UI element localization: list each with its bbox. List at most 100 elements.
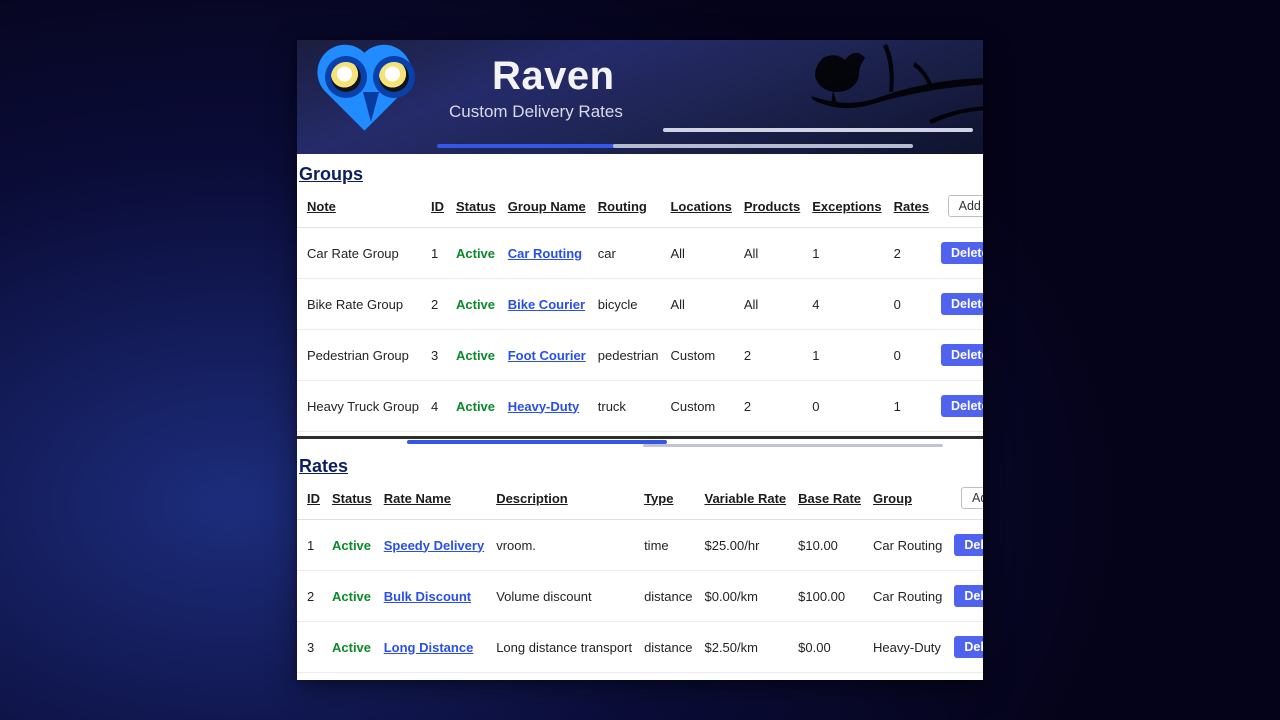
group-link[interactable]: Car Routing [508,246,582,261]
cell-rates: 0 [888,279,935,330]
cell-products: 2 [738,330,806,381]
col-variable-rate[interactable]: Variable Rate [698,481,792,520]
cell-note: Bike Rate Group [297,279,425,330]
group-link[interactable]: Heavy-Duty [508,399,580,414]
col-exceptions[interactable]: Exceptions [806,189,887,228]
cell-type: distance [638,622,698,673]
cell-group-name: Foot Courier [502,330,592,381]
col-base-rate[interactable]: Base Rate [792,481,867,520]
col-status[interactable]: Status [326,481,378,520]
cell-description: vroom. [490,520,638,571]
cell-group: Heavy-Duty [867,622,948,673]
delete-rate-button[interactable]: Delete [954,636,983,658]
table-row: 1ActiveSpeedy Deliveryvroom.time$25.00/h… [297,520,983,571]
cell-base: $10.00 [792,520,867,571]
cell-id: 1 [297,520,326,571]
cell-locations: Custom [664,381,737,432]
col-type[interactable]: Type [638,481,698,520]
col-rates[interactable]: Rates [888,189,935,228]
groups-table: Note ID Status Group Name Routing Locati… [297,189,983,432]
cell-type: distance [638,571,698,622]
cell-exceptions: 1 [806,330,887,381]
cell-routing: pedestrian [592,330,665,381]
delete-group-button[interactable]: Delete [941,293,983,315]
section-title-groups[interactable]: Groups [299,164,983,185]
cell-status: Active [450,228,502,279]
delete-group-button[interactable]: Delete [941,242,983,264]
rate-link[interactable]: Speedy Delivery [384,538,484,553]
cell-locations: Custom [664,330,737,381]
add-rate-button[interactable]: Add [961,487,983,509]
col-routing[interactable]: Routing [592,189,665,228]
cell-routing: car [592,228,665,279]
cell-status: Active [326,571,378,622]
cell-exceptions: 0 [806,381,887,432]
cell-status: Active [450,279,502,330]
col-rate-name[interactable]: Rate Name [378,481,490,520]
cell-group-name: Bike Courier [502,279,592,330]
cell-rate-name: Bulk Discount [378,571,490,622]
col-products[interactable]: Products [738,189,806,228]
group-link[interactable]: Foot Courier [508,348,586,363]
cell-group-name: Heavy-Duty [502,381,592,432]
cell-products: All [738,279,806,330]
table-row: Pedestrian Group3ActiveFoot Courierpedes… [297,330,983,381]
cell-group: Car Routing [867,520,948,571]
col-locations[interactable]: Locations [664,189,737,228]
col-group-name[interactable]: Group Name [502,189,592,228]
cell-products: 2 [738,381,806,432]
group-link[interactable]: Bike Courier [508,297,585,312]
delete-group-button[interactable]: Delete [941,395,983,417]
cell-routing: truck [592,381,665,432]
cell-rate-name: Long Distance [378,622,490,673]
cell-id: 4 [425,381,450,432]
table-row: Bike Rate Group2Active Bike Courier bicycl… [297,279,983,330]
brand-title: Raven [492,54,615,99]
table-row: Car Rate Group1ActiveCar RoutingcarAllAl… [297,228,983,279]
cell-group-name: Car Routing [502,228,592,279]
cell-id: 3 [297,622,326,673]
cell-exceptions: 4 [806,279,887,330]
cell-description: Volume discount [490,571,638,622]
col-group[interactable]: Group [867,481,948,520]
raven-heart-logo [301,42,441,154]
cell-description: Long distance transport [490,622,638,673]
cell-group: Car Routing [867,571,948,622]
banner: Raven Custom Delivery Rates [297,40,983,154]
app-card: Raven Custom Delivery Rates Groups Note … [297,40,983,680]
table-row: Heavy Truck Group4ActiveHeavy-DutytruckC… [297,381,983,432]
cell-rate-name: Speedy Delivery [378,520,490,571]
cell-note: Car Rate Group [297,228,425,279]
col-id[interactable]: ID [425,189,450,228]
col-note[interactable]: Note [297,189,425,228]
col-status[interactable]: Status [450,189,502,228]
add-group-button[interactable]: Add [948,195,983,217]
cell-base: $0.00 [792,622,867,673]
section-title-rates[interactable]: Rates [299,456,983,477]
delete-rate-button[interactable]: Delete [954,534,983,556]
col-description[interactable]: Description [490,481,638,520]
rates-table: ID Status Rate Name Description Type Var… [297,481,983,673]
rate-link[interactable]: Bulk Discount [384,589,471,604]
rate-link[interactable]: Long Distance [384,640,474,655]
cell-note: Pedestrian Group [297,330,425,381]
cell-note: Heavy Truck Group [297,381,425,432]
section-divider [297,436,983,446]
cell-exceptions: 1 [806,228,887,279]
cell-id: 1 [425,228,450,279]
cell-rates: 1 [888,381,935,432]
table-row: 3ActiveLong DistanceLong distance transp… [297,622,983,673]
delete-rate-button[interactable]: Delete [954,585,983,607]
cell-products: All [738,228,806,279]
cell-locations: All [664,228,737,279]
cell-rates: 2 [888,228,935,279]
cell-variable: $25.00/hr [698,520,792,571]
cell-id: 2 [425,279,450,330]
cell-base: $100.00 [792,571,867,622]
cell-routing: bicycle [592,279,665,330]
cell-id: 2 [297,571,326,622]
cell-type: time [638,520,698,571]
delete-group-button[interactable]: Delete [941,344,983,366]
cell-status: Active [450,330,502,381]
col-id[interactable]: ID [297,481,326,520]
